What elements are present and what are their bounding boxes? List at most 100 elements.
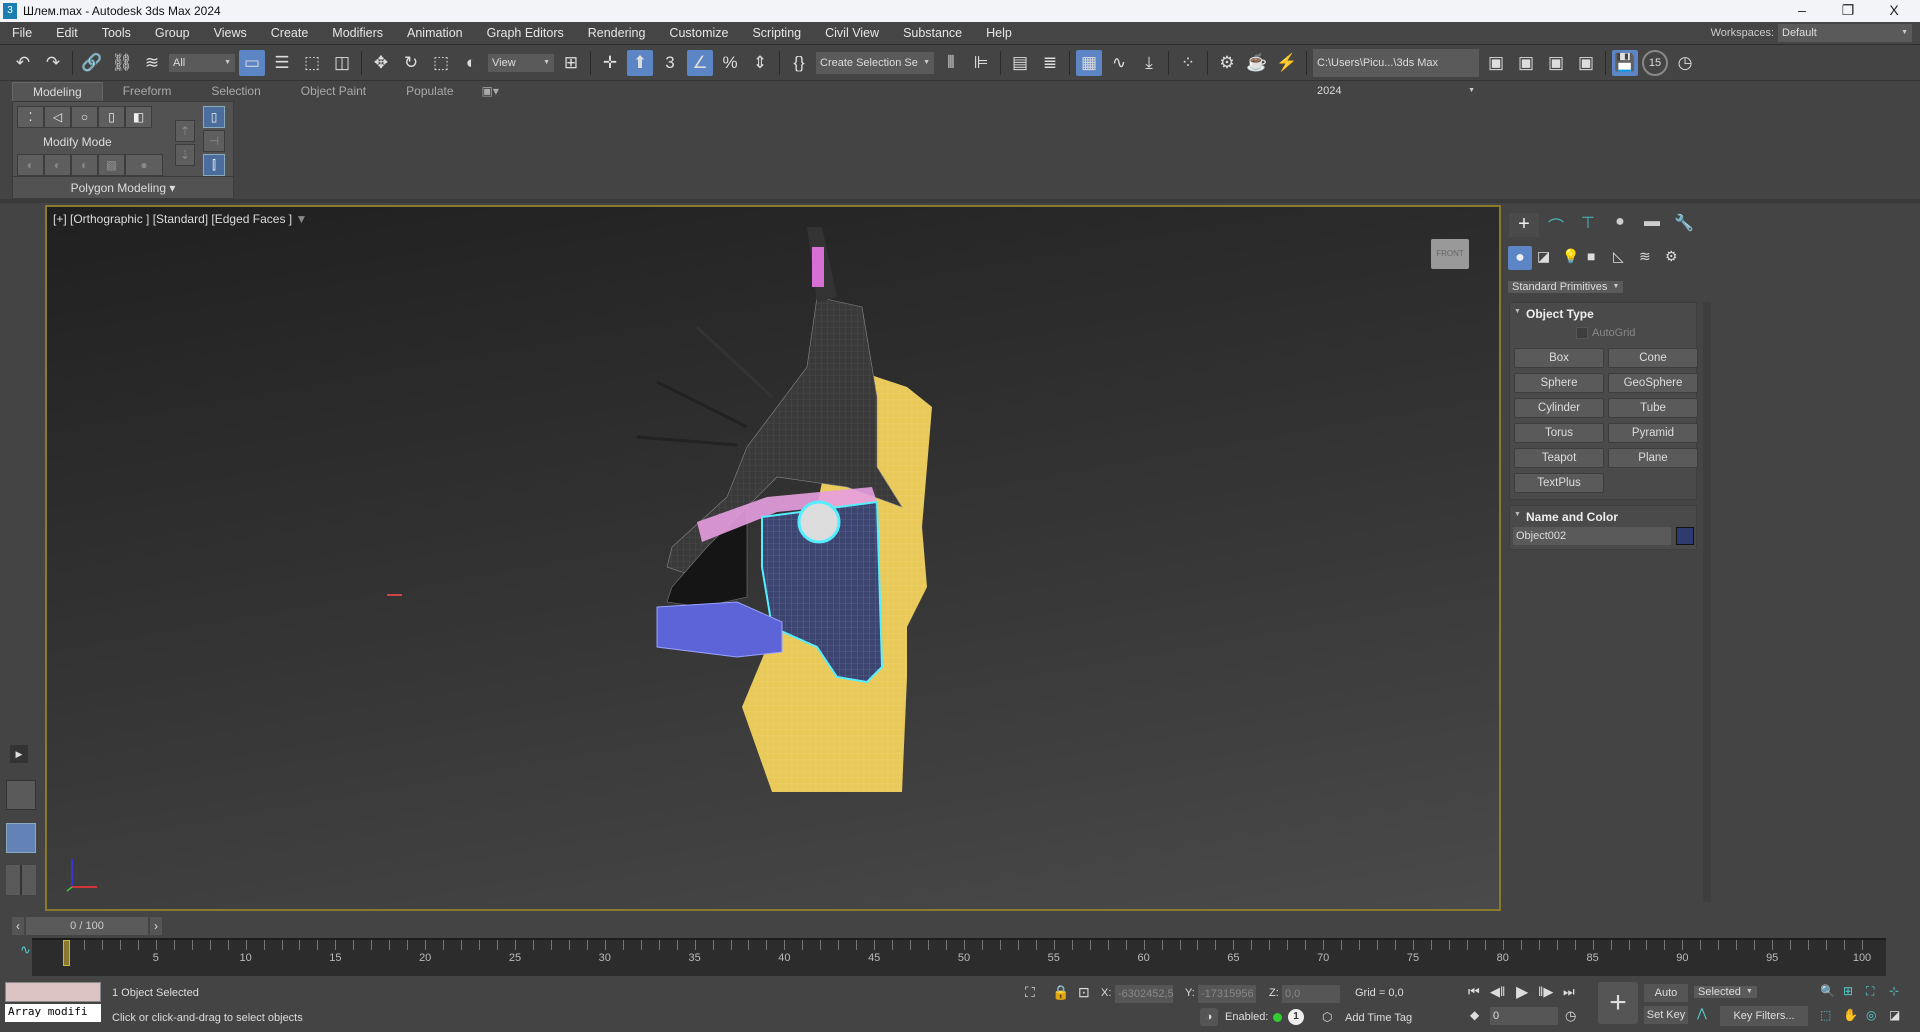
add-time-tag-button[interactable]: Add Time Tag xyxy=(1345,1012,1412,1024)
schematic-view-icon[interactable]: ⁘ xyxy=(1175,50,1201,76)
snaps-toggle-icon[interactable]: 3 xyxy=(657,50,683,76)
select-by-name-icon[interactable]: ☰ xyxy=(269,50,295,76)
show-end-result-icon[interactable]: ▯ xyxy=(203,106,225,128)
menu-file[interactable]: File xyxy=(0,26,44,40)
name-and-color-header[interactable]: Name and Color xyxy=(1510,506,1696,524)
project-folder-icon[interactable]: ▣ xyxy=(1513,50,1539,76)
layout-single-icon[interactable] xyxy=(6,780,36,810)
window-crossing-icon[interactable]: ◫ xyxy=(329,50,355,76)
named-selection-sets-dropdown[interactable]: Create Selection Se xyxy=(816,51,934,74)
menu-modifiers[interactable]: Modifiers xyxy=(320,26,395,40)
adaptive-degradation-icon[interactable]: ◑ xyxy=(1200,1008,1218,1026)
use-soft-selection-icon[interactable]: ● xyxy=(125,154,163,176)
isolate-selection-icon[interactable]: ⛶ xyxy=(1025,984,1035,1001)
menu-substance[interactable]: Substance xyxy=(891,26,974,40)
x-coordinate-input[interactable]: -6302452,5 xyxy=(1115,985,1173,1003)
vertex-icon[interactable]: ⁚ xyxy=(17,106,44,128)
timeline-track[interactable]: 0510152025303540455055606570758085909510… xyxy=(32,938,1886,976)
curve-editor-mini-icon[interactable]: ∿ xyxy=(20,942,31,958)
menu-create[interactable]: Create xyxy=(259,26,321,40)
key-mode-icon[interactable]: ◆ xyxy=(1470,1008,1479,1022)
go-to-start-icon[interactable]: ⏮ xyxy=(1468,984,1480,1000)
isolate-count-icon[interactable]: 1 xyxy=(1288,1009,1304,1025)
ignore-backfacing-icon[interactable]: ▩ xyxy=(98,154,125,176)
autogrid-checkbox[interactable] xyxy=(1576,327,1588,339)
select-object-icon[interactable]: ▭ xyxy=(239,49,265,76)
menu-group[interactable]: Group xyxy=(143,26,202,40)
zoom-icon[interactable]: 🔍 xyxy=(1820,984,1835,998)
rectangular-selection-icon[interactable]: ⬚ xyxy=(299,50,325,76)
plane-button[interactable]: Plane xyxy=(1608,448,1698,468)
close-button[interactable]: X xyxy=(1874,2,1914,18)
auto-key-button[interactable]: Auto Key xyxy=(1644,984,1688,1017)
command-panel-scrollbar[interactable] xyxy=(1703,302,1711,902)
render-production-icon[interactable]: ⚡ xyxy=(1274,50,1300,76)
create-tab-icon[interactable]: + xyxy=(1509,213,1539,237)
menu-rendering[interactable]: Rendering xyxy=(576,26,658,40)
border-icon[interactable]: ○ xyxy=(71,106,98,128)
next-key-icon[interactable]: ‖▶ xyxy=(1538,984,1553,1000)
time-tag-icon[interactable]: ⬡ xyxy=(1322,1010,1332,1024)
tab-selection[interactable]: Selection xyxy=(191,82,280,102)
reference-coordinate-dropdown[interactable]: View xyxy=(488,53,554,72)
cone-button[interactable]: Cone xyxy=(1608,348,1698,368)
keyboard-shortcut-override-icon[interactable]: ⬆ xyxy=(627,49,653,76)
current-frame-input[interactable]: 0 xyxy=(1490,1007,1558,1025)
viewcube[interactable]: FRONT xyxy=(1431,239,1469,269)
zoom-all-icon[interactable]: ⊞ xyxy=(1843,984,1853,998)
curve-editor-icon[interactable]: ∿ xyxy=(1106,50,1132,76)
project-structure-icon[interactable]: ▣ xyxy=(1573,50,1599,76)
maxscript-input[interactable]: Array modifi xyxy=(5,1004,101,1022)
scale-icon[interactable]: ⬚ xyxy=(428,50,454,76)
spinner-snap-icon[interactable]: ⇕ xyxy=(747,50,773,76)
collapse-stack-icon[interactable]: ⫿ xyxy=(203,154,225,176)
utilities-tab-icon[interactable]: 🔧 xyxy=(1669,213,1699,237)
key-mode-dropdown[interactable]: Selected xyxy=(1694,986,1757,998)
z-coordinate-input[interactable]: 0,0 xyxy=(1282,985,1340,1003)
minimize-button[interactable]: – xyxy=(1782,2,1822,18)
autosave-timer-icon[interactable]: ◷ xyxy=(1672,50,1698,76)
bind-space-warp-icon[interactable]: ≋ xyxy=(139,50,165,76)
default-tangent-icon[interactable]: ⋀ xyxy=(1697,1006,1707,1020)
preview-multi-icon[interactable]: ◐ xyxy=(71,154,98,176)
menu-graph-editors[interactable]: Graph Editors xyxy=(475,26,576,40)
tab-object-paint[interactable]: Object Paint xyxy=(281,82,386,102)
menu-views[interactable]: Views xyxy=(202,26,259,40)
viewport-orthographic[interactable]: [+] [Orthographic ] [Standard] [Edged Fa… xyxy=(45,205,1501,911)
lights-icon[interactable]: 💡 xyxy=(1562,248,1579,265)
set-key-button[interactable]: Set Key xyxy=(1644,1006,1688,1024)
time-slider-thumb[interactable]: 0 / 100 xyxy=(26,917,148,935)
time-configuration-icon[interactable]: ◷ xyxy=(1565,1008,1576,1024)
object-color-swatch[interactable] xyxy=(1676,527,1694,545)
dope-sheet-icon[interactable]: ⤓ xyxy=(1136,50,1162,76)
expand-layouts-icon[interactable]: ▶ xyxy=(10,745,28,763)
pan-view-icon[interactable]: ✋ xyxy=(1843,1008,1858,1022)
set-keys-icon[interactable]: + xyxy=(1598,982,1638,1024)
geosphere-button[interactable]: GeoSphere xyxy=(1608,373,1698,393)
menu-tools[interactable]: Tools xyxy=(90,26,143,40)
stack-down-icon[interactable]: ⇣ xyxy=(175,144,195,166)
move-icon[interactable]: ✥ xyxy=(368,50,394,76)
place-icon[interactable]: ◐ xyxy=(458,50,484,76)
geometry-icon[interactable]: ● xyxy=(1508,246,1532,270)
y-coordinate-input[interactable]: -17315956 xyxy=(1198,985,1256,1003)
enabled-status-icon[interactable] xyxy=(1273,1013,1282,1022)
mirror-icon[interactable]: ⫴ xyxy=(938,50,964,76)
shapes-icon[interactable]: ◪ xyxy=(1537,248,1550,265)
link-icon[interactable]: 🔗 xyxy=(79,50,105,76)
preview-off-icon[interactable]: ◐ xyxy=(17,154,44,176)
undo-icon[interactable]: ↶ xyxy=(10,50,36,76)
rotate-icon[interactable]: ↻ xyxy=(398,50,424,76)
play-icon[interactable]: ▶ xyxy=(1516,982,1528,1002)
zoom-extents-all-icon[interactable]: ⊹ xyxy=(1889,984,1899,998)
zoom-region-icon[interactable]: ⬚ xyxy=(1820,1008,1831,1022)
menu-customize[interactable]: Customize xyxy=(657,26,740,40)
key-filters-button[interactable]: Key Filters... xyxy=(1720,1006,1808,1026)
tab-populate[interactable]: Populate xyxy=(386,82,473,102)
textplus-button[interactable]: TextPlus xyxy=(1514,473,1604,493)
systems-icon[interactable]: ⚙ xyxy=(1665,248,1678,265)
pin-stack-icon[interactable]: ⊣ xyxy=(203,130,225,152)
select-manipulate-icon[interactable]: ✛ xyxy=(597,50,623,76)
stack-up-icon[interactable]: ⇡ xyxy=(175,120,195,142)
tab-modeling[interactable]: Modeling xyxy=(12,82,103,102)
